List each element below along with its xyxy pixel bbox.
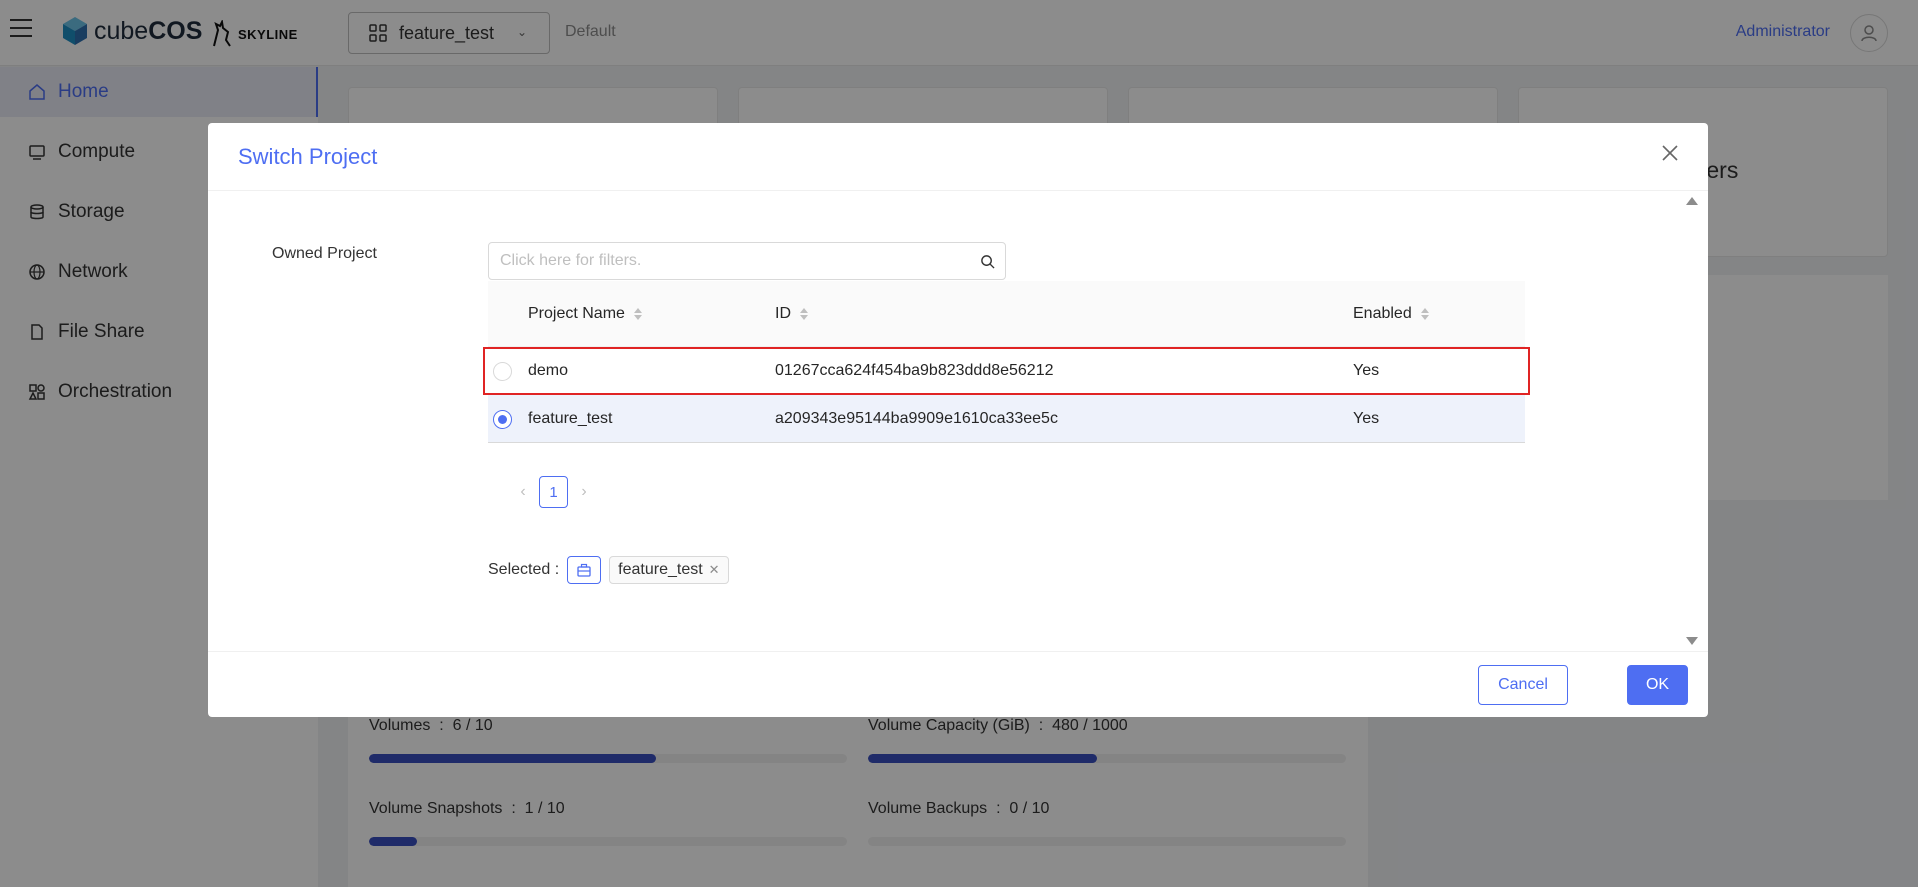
modal-title: Switch Project xyxy=(238,144,378,169)
table-row[interactable]: feature_test a209343e95144ba9909e1610ca3… xyxy=(488,395,1525,443)
project-id-cell: a209343e95144ba9909e1610ca33ee5c xyxy=(775,410,1058,427)
selected-label: Selected : xyxy=(488,561,560,578)
table-row[interactable]: demo 01267cca624f454ba9b823ddd8e56212 Ye… xyxy=(483,347,1530,395)
project-id-cell: 01267cca624f454ba9b823ddd8e56212 xyxy=(775,362,1054,379)
modal-header: Switch Project xyxy=(208,123,1708,191)
row-radio[interactable] xyxy=(493,410,512,429)
search-icon[interactable] xyxy=(980,254,995,269)
scroll-down-arrow[interactable] xyxy=(1686,637,1698,645)
page-button[interactable]: 1 xyxy=(539,476,568,508)
table-header: Project Name ID Enabled xyxy=(488,281,1525,347)
next-page-icon[interactable]: › xyxy=(574,483,594,501)
selected-summary: Selected : feature_test ✕ xyxy=(488,556,729,584)
pagination: ‹ 1 › xyxy=(513,476,594,508)
modal-body: Owned Project Project Name ID Enabled xyxy=(208,191,1708,651)
selected-project-tag-label: feature_test xyxy=(618,561,703,578)
close-icon[interactable] xyxy=(1658,141,1682,165)
briefcase-icon xyxy=(577,563,591,577)
selected-project-tag: feature_test ✕ xyxy=(609,556,729,584)
sort-icon[interactable] xyxy=(800,308,808,320)
ok-button[interactable]: OK xyxy=(1627,665,1688,705)
column-id[interactable]: ID xyxy=(775,305,808,323)
sort-icon[interactable] xyxy=(633,308,642,320)
scroll-up-arrow[interactable] xyxy=(1686,197,1698,205)
column-project-name[interactable]: Project Name xyxy=(528,305,642,323)
sort-icon[interactable] xyxy=(1420,308,1429,320)
prev-page-icon[interactable]: ‹ xyxy=(513,483,533,501)
switch-project-modal: Switch Project Owned Project Project Nam… xyxy=(208,123,1708,717)
project-table: Project Name ID Enabled demo 01267cca624… xyxy=(483,281,1530,443)
filter-input[interactable] xyxy=(489,243,1005,279)
project-name-cell: demo xyxy=(528,362,569,379)
project-enabled-cell: Yes xyxy=(1353,410,1380,427)
filter-search-box[interactable] xyxy=(488,242,1006,280)
project-icon xyxy=(567,556,602,584)
row-radio[interactable] xyxy=(493,362,512,381)
column-enabled[interactable]: Enabled xyxy=(1353,305,1429,323)
cancel-button[interactable]: Cancel xyxy=(1478,665,1568,705)
remove-tag-icon[interactable]: ✕ xyxy=(709,562,720,578)
modal-footer: Cancel OK xyxy=(208,651,1708,717)
owned-project-label: Owned Project xyxy=(272,245,377,262)
project-enabled-cell: Yes xyxy=(1353,362,1380,379)
project-name-cell: feature_test xyxy=(528,410,613,427)
